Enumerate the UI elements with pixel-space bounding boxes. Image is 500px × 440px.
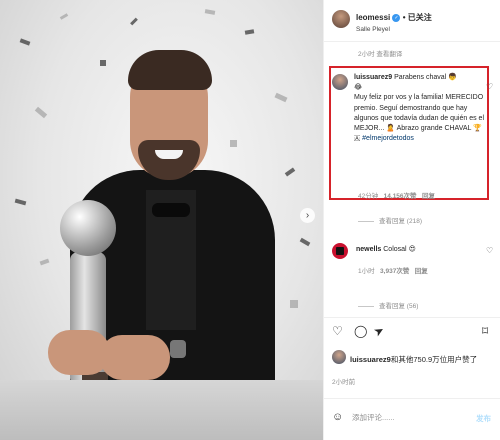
post-image[interactable]: › [0, 0, 323, 440]
share-send-icon[interactable]: ➤ [371, 322, 387, 339]
verified-badge-icon: ✓ [392, 13, 401, 22]
post-side-panel: leomessi ✓ • 已关注 Salle Pleyel 2小时 查看翻译 l… [323, 0, 500, 440]
comment-likes[interactable]: 3,937次赞 [380, 268, 409, 275]
comment-input[interactable] [352, 413, 462, 422]
heart-eyes-emoji-icon: 😍 [408, 246, 416, 253]
commenter-avatar[interactable] [332, 74, 348, 90]
comment-reply-button[interactable]: 回复 [415, 268, 428, 275]
post-location[interactable]: Salle Pleyel [356, 26, 390, 33]
wristwatch [170, 340, 186, 358]
person-hand-right [100, 335, 170, 380]
comment-time: 42分钟 [358, 193, 379, 200]
comment-meta: 42分钟 14,156次赞 回复 [358, 190, 435, 200]
save-bookmark-icon[interactable]: ⌑ [482, 325, 488, 337]
author-avatar[interactable] [332, 10, 350, 28]
likes-summary[interactable]: luissuarez9和其他750.9万位用户赞了 [350, 354, 477, 365]
trophy-ball [60, 200, 116, 256]
flag-emoji-icon: 🇦 [354, 135, 361, 143]
add-comment-bar: ☺ 发布 [324, 398, 500, 440]
newells-avatar[interactable] [332, 243, 348, 259]
comment-text: Colosal [383, 246, 407, 253]
follow-status-button[interactable]: 已关注 [408, 13, 432, 22]
comment-meta: 1小时 3,937次赞 回复 [358, 265, 428, 275]
highlighted-comment: luissuarez9 Parabens chaval 👦 😂 Muy feli… [354, 73, 484, 144]
trophy-emoji-icon: 🏆 [473, 125, 482, 133]
comment-time: 1小时 [358, 268, 375, 275]
person-hair [128, 50, 212, 90]
like-heart-icon[interactable]: ♡ [332, 325, 343, 337]
comment-body-end: Abrazo grande CHAVAL [396, 125, 472, 133]
second-comment: newells Colosal 😍 [356, 245, 416, 253]
view-replies-button[interactable]: 查看回复 (56) [358, 300, 418, 310]
commenter-username[interactable]: luissuarez9 [354, 74, 392, 81]
confetti [290, 300, 298, 308]
comment-likes[interactable]: 14,156次赞 [384, 193, 417, 200]
comment-like-heart-icon[interactable]: ♡ [486, 246, 493, 255]
separator-dot: • [402, 13, 406, 22]
post-header: leomessi ✓ • 已关注 Salle Pleyel [324, 0, 500, 42]
confetti [59, 13, 69, 20]
liker-avatar[interactable] [332, 350, 346, 364]
confetti [230, 140, 237, 147]
emoji-picker-icon[interactable]: ☺ [332, 411, 343, 423]
confetti [130, 17, 138, 26]
confetti [244, 29, 255, 35]
author-line: leomessi ✓ • 已关注 [356, 12, 432, 23]
chevron-right-icon: › [305, 210, 310, 221]
liker-username[interactable]: luissuarez9 [350, 355, 391, 364]
view-replies-button[interactable]: 查看回复 (218) [358, 215, 422, 225]
laugh-emoji-icon: 😂 [354, 84, 363, 92]
previous-comment-meta: 2小时 查看翻译 [358, 51, 403, 58]
bowtie [152, 203, 190, 217]
post-actions: ♡ ◯ ➤ ⌑ [324, 317, 500, 345]
post-comment-button[interactable]: 发布 [476, 413, 491, 424]
confetti [14, 198, 27, 206]
confetti [39, 258, 50, 266]
next-image-button[interactable]: › [300, 208, 315, 223]
comment-bubble-icon[interactable]: ◯ [354, 325, 367, 337]
comment-greeting: Parabens chaval [394, 74, 447, 81]
confetti-table [0, 380, 323, 440]
confetti [100, 60, 106, 66]
comment-like-heart-icon[interactable]: ♡ [486, 82, 493, 91]
confetti [274, 92, 288, 103]
confetti [19, 38, 31, 46]
commenter-username[interactable]: newells [356, 246, 381, 253]
boy-emoji-icon: 👦 [448, 74, 457, 81]
comment-hashtag[interactable]: #elmejordetodos [362, 135, 414, 142]
comment-reply-button[interactable]: 回复 [422, 193, 435, 200]
confetti [204, 9, 216, 15]
author-username[interactable]: leomessi [356, 13, 390, 22]
confetti [34, 106, 48, 119]
person-emoji-icon: 🙎 [386, 125, 396, 133]
confetti [299, 237, 311, 247]
post-time: 2小时前 [332, 379, 356, 386]
comments-list[interactable]: 2小时 查看翻译 luissuarez9 Parabens chaval 👦 😂… [324, 42, 500, 317]
likes-rest: 和其他750.9万位用户赞了 [390, 355, 478, 364]
confetti [284, 167, 296, 177]
